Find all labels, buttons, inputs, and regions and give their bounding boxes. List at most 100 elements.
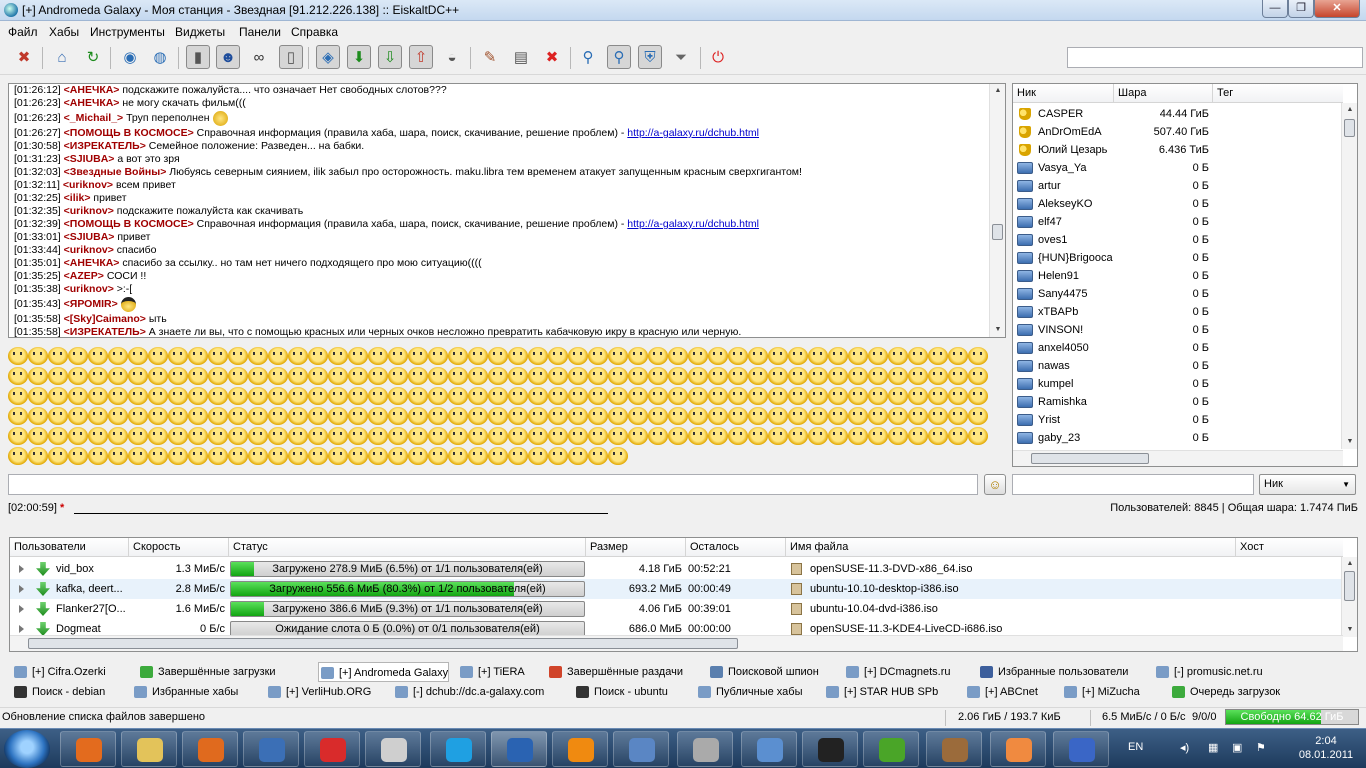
quit-icon[interactable]: ⏻: [706, 45, 730, 69]
user-row[interactable]: Sany4475 0 Б: [1013, 285, 1343, 303]
expand-icon[interactable]: [19, 605, 24, 613]
message-input[interactable]: [8, 474, 978, 495]
taskbar-messenger[interactable]: [243, 731, 299, 767]
chat-nick[interactable]: <АНЕЧКА>: [64, 97, 120, 109]
chat-nick[interactable]: <SJIUBA>: [64, 153, 115, 165]
chat-nick[interactable]: <ilik>: [64, 192, 91, 204]
adl-search-icon[interactable]: ⚲: [607, 45, 631, 69]
user-row[interactable]: AnDrOmEdA 507.40 ГиБ: [1013, 123, 1343, 141]
expand-icon[interactable]: [19, 625, 24, 633]
scroll-down-icon[interactable]: ▼: [1342, 435, 1357, 449]
widget-icon[interactable]: ▯: [279, 45, 303, 69]
chat-nick[interactable]: <AZEP>: [64, 270, 104, 282]
taskbar-virtualbox[interactable]: [613, 731, 669, 767]
chat-nick[interactable]: <uriknov>: [64, 283, 114, 295]
menu-tools[interactable]: Инструменты: [90, 25, 165, 39]
taskbar-orange-app[interactable]: [990, 731, 1046, 767]
column-status[interactable]: Статус: [229, 538, 586, 557]
column-host[interactable]: Хост: [1236, 538, 1343, 557]
chat-scrollbar[interactable]: ▲ ▼: [989, 84, 1005, 337]
chat-nick[interactable]: <ИЗРЕКАТЕЛЬ>: [64, 140, 146, 152]
user-row[interactable]: Yrist 0 Б: [1013, 411, 1343, 429]
tab-download-queue[interactable]: Очередь загрузок: [1170, 682, 1280, 702]
user-filter-input[interactable]: [1012, 474, 1254, 495]
chat-nick[interactable]: <ПОМОЩЬ В КОСМОСЕ>: [64, 218, 194, 230]
transfer-row[interactable]: vid_box 1.3 МиБ/с Загружено 278.9 МиБ (6…: [10, 559, 1343, 579]
settings-icon[interactable]: ✖: [12, 45, 36, 69]
emoticon-row[interactable]: [8, 365, 1008, 386]
scroll-up-icon[interactable]: ▲: [1342, 103, 1357, 117]
column-left[interactable]: Осталось: [686, 538, 786, 557]
tab-promusic[interactable]: [-] promusic.net.ru: [1154, 662, 1263, 682]
user-row[interactable]: anxel4050 0 Б: [1013, 339, 1343, 357]
user-row[interactable]: oves1 0 Б: [1013, 231, 1343, 249]
favorite-hubs-icon[interactable]: ◍: [148, 45, 172, 69]
search-spy-icon[interactable]: ∞: [247, 45, 271, 69]
user-row[interactable]: kumpel 0 Б: [1013, 375, 1343, 393]
user-row[interactable]: gaby_23 0 Б: [1013, 429, 1343, 447]
menu-hubs[interactable]: Хабы: [49, 25, 79, 39]
taskbar-skype[interactable]: [430, 731, 486, 767]
emoticon-row[interactable]: [8, 385, 1008, 406]
flag-icon[interactable]: ⚑: [1256, 741, 1266, 754]
tab-favorite-hubs[interactable]: Избранные хабы: [132, 682, 238, 702]
transfers-scroll-thumb[interactable]: [1344, 571, 1355, 601]
user-row[interactable]: AlekseyKO 0 Б: [1013, 195, 1343, 213]
user-list[interactable]: Ник Шара Тег CASPER 44.44 ГиБ AnDrOmEdA 50…: [1012, 83, 1358, 467]
scroll-down-icon[interactable]: ▼: [990, 323, 1005, 337]
chat-link[interactable]: http://a-galaxy.ru/dchub.html: [627, 127, 759, 139]
tab-cifra-ozerki[interactable]: [+] Cifra.Ozerki: [12, 662, 106, 682]
column-nick[interactable]: Ник: [1013, 84, 1114, 103]
taskbar-pin[interactable]: [304, 731, 360, 767]
chat-nick[interactable]: <_Michail_>: [64, 112, 124, 124]
user-row[interactable]: Vasya_Ya 0 Б: [1013, 159, 1343, 177]
transfers-table[interactable]: Пользователи Скорость Статус Размер Оста…: [9, 537, 1358, 652]
expand-icon[interactable]: [19, 565, 24, 573]
finished-downloads-icon[interactable]: ⇩: [378, 45, 402, 69]
column-speed[interactable]: Скорость: [129, 538, 229, 557]
tab-search-spy[interactable]: Поисковой шпион: [708, 662, 819, 682]
language-indicator[interactable]: EN: [1128, 741, 1143, 753]
file-list-icon[interactable]: ▤: [509, 45, 533, 69]
connect-icon[interactable]: ⌂: [50, 45, 74, 69]
tab-favorite-users[interactable]: Избранные пользователи: [978, 662, 1128, 682]
network-icon[interactable]: ▦: [1208, 741, 1218, 754]
chat-scroll-thumb[interactable]: [992, 224, 1003, 240]
transfers-hscroll-thumb[interactable]: [28, 638, 738, 649]
taskbar-utorrent[interactable]: [863, 731, 919, 767]
tab-finished-downloads[interactable]: Завершённые загрузки: [138, 662, 276, 682]
tab-mizucha[interactable]: [+] MiZucha: [1062, 682, 1140, 702]
taskbar-vlc[interactable]: [552, 731, 608, 767]
scroll-down-icon[interactable]: ▼: [1342, 623, 1357, 637]
user-row[interactable]: CASPER 44.44 ГиБ: [1013, 105, 1343, 123]
clean-icon[interactable]: ✎: [478, 45, 502, 69]
user-row[interactable]: Helen91 0 Б: [1013, 267, 1343, 285]
user-row[interactable]: {HUN}Brigooca 0 Б: [1013, 249, 1343, 267]
title-bar[interactable]: [+] Andromeda Galaxy - Моя станция - Зве…: [0, 0, 1366, 21]
chat-nick[interactable]: <ПОМОЩЬ В КОСМОСЕ>: [64, 127, 194, 139]
taskbar-tools[interactable]: [677, 731, 733, 767]
ip-filter-icon[interactable]: ⛨: [638, 45, 662, 69]
taskbar-eiskaltdc[interactable]: [491, 731, 547, 767]
tab-finished-uploads[interactable]: Завершённые раздачи: [547, 662, 683, 682]
column-tag[interactable]: Тег: [1213, 84, 1343, 103]
chat-nick[interactable]: <АНЕЧКА>: [64, 257, 120, 269]
close-button[interactable]: ✕: [1314, 0, 1360, 18]
user-row[interactable]: xTBAPb 0 Б: [1013, 303, 1343, 321]
chat-nick[interactable]: <ЯРОМIR>: [64, 298, 118, 310]
transfers-hscrollbar[interactable]: [10, 635, 1343, 651]
menu-widgets[interactable]: Виджеты: [175, 25, 225, 39]
user-scroll-thumb[interactable]: [1344, 119, 1355, 137]
user-list-hscrollbar[interactable]: [1013, 450, 1343, 466]
column-filename[interactable]: Имя файла: [786, 538, 1236, 557]
chat-nick[interactable]: <АНЕЧКА>: [64, 84, 120, 96]
tray-app-icon[interactable]: ▣: [1232, 741, 1242, 754]
maximize-button[interactable]: ❐: [1288, 0, 1314, 18]
column-share[interactable]: Шара: [1114, 84, 1213, 103]
taskbar-thunderbird[interactable]: [741, 731, 797, 767]
chat-nick[interactable]: <uriknov>: [63, 179, 113, 191]
start-button[interactable]: [4, 730, 50, 768]
minimize-button[interactable]: —: [1262, 0, 1288, 18]
tab-andromeda-galaxy[interactable]: [+] Andromeda Galaxy: [318, 662, 450, 682]
user-row[interactable]: Ramishka 0 Б: [1013, 393, 1343, 411]
